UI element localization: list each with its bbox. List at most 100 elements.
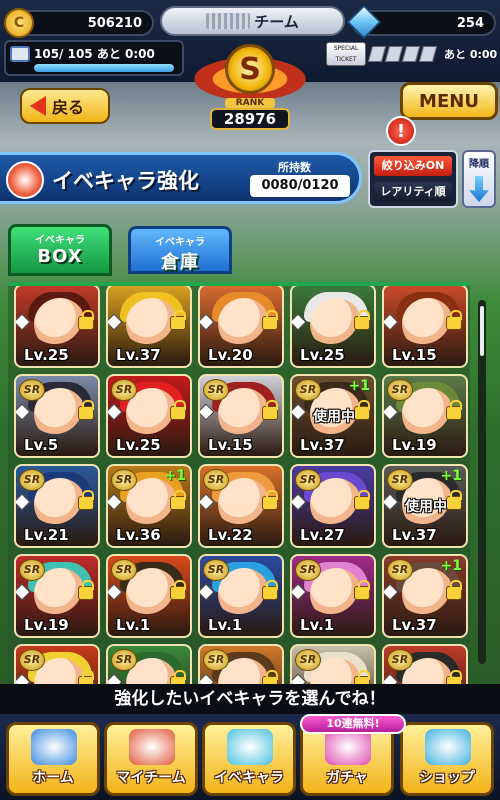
nav-shop-button[interactable]: ショップ <box>400 722 494 796</box>
ticket-slot <box>401 46 421 62</box>
gacha-icon <box>325 729 371 765</box>
back-button[interactable]: 戻る <box>20 88 110 124</box>
event-character-icon <box>227 729 273 765</box>
character-card[interactable]: SR <box>14 644 100 684</box>
character-card[interactable]: Lv.25 <box>14 286 100 368</box>
character-card[interactable]: SR <box>382 644 468 684</box>
rank-badge[interactable]: S RANK 28976 <box>185 40 315 132</box>
ticket-slot <box>384 46 404 62</box>
in-use-label: 使用中 <box>313 409 355 425</box>
plus-badge: +1 <box>440 558 462 574</box>
tab-event-char-box[interactable]: イベキャラ BOX <box>8 224 112 276</box>
character-card[interactable]: Lv.15 <box>382 286 468 368</box>
gem-icon <box>347 5 381 39</box>
level-label: Lv.25 <box>24 346 69 364</box>
menu-button[interactable]: MENU <box>400 82 498 120</box>
character-card[interactable]: SR Lv.22 <box>198 464 284 548</box>
nav-home-button[interactable]: ホーム <box>6 722 100 796</box>
rarity-badge: SR <box>203 379 229 401</box>
rarity-badge: SR <box>203 649 229 671</box>
rarity-badge: SR <box>19 469 45 491</box>
character-card[interactable]: SR Lv.1 <box>106 554 192 638</box>
scrollbar-thumb[interactable] <box>480 306 484 356</box>
lock-icon <box>170 400 186 420</box>
arrow-down-icon <box>469 176 489 202</box>
owned-count-label: 所持数 <box>278 161 311 174</box>
character-card[interactable]: SR Lv.5 <box>14 374 100 458</box>
character-card[interactable]: SR Lv.21 <box>14 464 100 548</box>
rarity-badge: SR <box>387 559 413 581</box>
in-use-label: 使用中 <box>405 499 447 515</box>
rank-value: 28976 <box>210 108 290 130</box>
character-grid: Lv.25 Lv.37 Lv.20 Lv.25 Lv.15 SR Lv.5 SR Lv.25 SR… <box>8 282 470 684</box>
character-card[interactable]: SR +1 Lv.37 <box>382 554 468 638</box>
lock-icon <box>170 310 186 330</box>
sort-rarity-button[interactable]: レアリティ順 <box>374 182 452 202</box>
instruction-text: 強化したいイベキャラを選んでね！ <box>0 684 500 714</box>
character-card[interactable]: Lv.25 <box>290 286 376 368</box>
sort-order-button[interactable]: 降順 <box>462 150 496 208</box>
lock-icon <box>446 310 462 330</box>
character-head-icon <box>6 161 44 199</box>
nav-label: ガチャ <box>326 770 368 786</box>
lock-icon <box>170 580 186 600</box>
ticket-meter: SPECIAL TICKET あと 0:00 <box>326 40 498 70</box>
team-icon <box>129 729 175 765</box>
tab-small-label: イベキャラ <box>35 235 85 246</box>
plus-badge: +1 <box>348 378 370 394</box>
rarity-badge: SR <box>19 649 45 671</box>
home-icon <box>31 729 77 765</box>
lock-icon <box>354 580 370 600</box>
character-card[interactable]: SR <box>290 644 376 684</box>
nav-label: ショップ <box>419 770 475 786</box>
nav-event-char-button[interactable]: イベキャラ <box>202 722 296 796</box>
level-label: Lv.36 <box>116 526 161 544</box>
stamina-meter: 105/ 105 あと 0:00 <box>4 40 184 76</box>
nav-label: マイチーム <box>116 770 186 786</box>
filter-toggle-button[interactable]: 絞り込みON <box>374 156 452 176</box>
character-card[interactable]: SR Lv.27 <box>290 464 376 548</box>
plus-badge: +1 <box>440 468 462 484</box>
filter-panel: 絞り込みON レアリティ順 <box>368 150 458 208</box>
character-card[interactable]: SR Lv.1 <box>198 554 284 638</box>
character-card[interactable]: SR +1 使用中 Lv.37 <box>382 464 468 548</box>
rarity-badge: SR <box>295 649 321 671</box>
stamina-bar <box>34 64 174 72</box>
character-card[interactable]: SR Lv.1 <box>290 554 376 638</box>
nav-my-team-button[interactable]: マイチーム <box>104 722 198 796</box>
rarity-badge: SR <box>295 559 321 581</box>
tab-event-char-storage[interactable]: イベキャラ 倉庫 <box>128 226 232 274</box>
coin-value: 506210 <box>87 16 142 31</box>
stamina-value: 105/ 105 <box>34 47 93 61</box>
owned-count-value: 0080/0120 <box>250 175 350 197</box>
character-card[interactable]: SR Lv.19 <box>14 554 100 638</box>
coin-icon: C <box>4 8 34 38</box>
level-label: Lv.37 <box>300 436 345 454</box>
rarity-badge: SR <box>19 559 45 581</box>
level-label: Lv.1 <box>208 616 243 634</box>
character-card[interactable]: SR <box>198 644 284 684</box>
character-card[interactable]: SR Lv.25 <box>106 374 192 458</box>
back-arrow-icon <box>30 96 46 116</box>
stamina-text: 105/ 105 あと 0:00 <box>34 45 155 62</box>
lock-icon <box>262 490 278 510</box>
character-card[interactable]: SR <box>106 644 192 684</box>
alert-icon[interactable]: ! <box>386 116 416 146</box>
lock-icon <box>78 490 94 510</box>
character-card[interactable]: SR +1 Lv.36 <box>106 464 192 548</box>
lock-icon <box>354 670 370 684</box>
ticket-slot <box>367 46 387 62</box>
rank-grade: S <box>225 44 275 94</box>
level-label: Lv.37 <box>392 616 437 634</box>
team-name-button[interactable]: チーム <box>160 6 345 36</box>
character-card[interactable]: Lv.37 <box>106 286 192 368</box>
ticket-recovery: あと 0:00 <box>444 48 498 61</box>
sort-order-label: 降順 <box>469 159 489 170</box>
tab-big-label: BOX <box>37 246 83 267</box>
rarity-badge: SR <box>111 469 137 491</box>
character-card[interactable]: SR Lv.19 <box>382 374 468 458</box>
character-card[interactable]: Lv.20 <box>198 286 284 368</box>
character-card[interactable]: SR +1 使用中 Lv.37 <box>290 374 376 458</box>
character-card[interactable]: SR Lv.15 <box>198 374 284 458</box>
lock-icon <box>78 670 94 684</box>
